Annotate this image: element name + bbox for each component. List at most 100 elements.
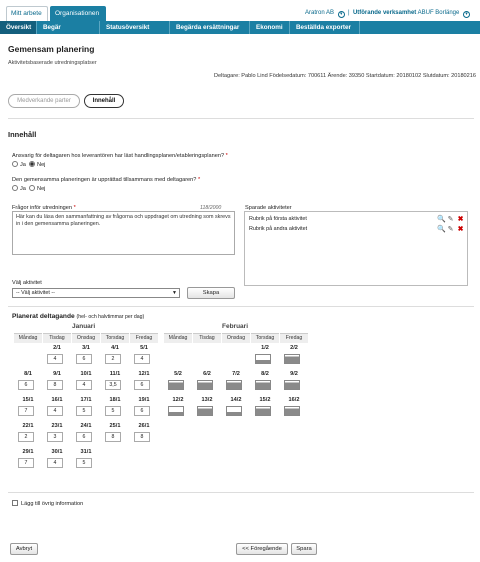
calendar-date: 12/2 xyxy=(172,397,184,403)
calendar-date: 23/1 xyxy=(51,423,63,429)
radio-q1-no[interactable] xyxy=(29,161,36,167)
hours-input[interactable]: 3 xyxy=(47,432,63,442)
calendar-day: 24/1 6 xyxy=(72,423,100,447)
calendar-date: 13/2 xyxy=(201,397,213,403)
hours-bar[interactable] xyxy=(168,406,184,416)
hours-input[interactable]: 6 xyxy=(18,380,34,390)
search-icon[interactable]: 🔍 xyxy=(437,226,446,233)
segment-partners[interactable]: Medverkande parter xyxy=(8,94,80,108)
calendar-day: 16/2 xyxy=(280,397,308,421)
hours-bar[interactable] xyxy=(226,380,242,390)
edit-icon[interactable]: ✎ xyxy=(447,226,454,233)
hours-input[interactable]: 6 xyxy=(76,354,92,364)
page-title: Gemensam planering xyxy=(8,44,95,54)
search-icon[interactable]: 🔍 xyxy=(437,216,446,223)
weekday-header: Onsdag xyxy=(222,333,250,343)
radio-q2-no-label: Nej xyxy=(37,186,46,192)
delete-icon[interactable]: ✖ xyxy=(457,216,464,223)
calendar-day: 11/1 3,5 xyxy=(101,371,129,395)
nav-request-compensation[interactable]: Begär ersättning xyxy=(37,21,100,44)
nav-ordered-exports[interactable]: Beställda exporter xyxy=(290,21,360,34)
calendar-date: 7/2 xyxy=(232,371,240,377)
hours-bar[interactable] xyxy=(226,406,242,416)
hours-input[interactable]: 5 xyxy=(76,458,92,468)
calendar-day: 29/1 7 xyxy=(14,449,42,473)
tab-organisation[interactable]: Organisationen xyxy=(50,6,106,21)
questions-textarea[interactable]: Här kan du läsa den sammanfattning av fr… xyxy=(12,211,235,255)
activity-select[interactable]: -- Välj aktivitet -- ▼ xyxy=(12,288,180,298)
calendar-date: 17/1 xyxy=(80,397,92,403)
hours-input[interactable]: 6 xyxy=(134,406,150,416)
calendar-day: 8/1 6 xyxy=(14,371,42,395)
nav-requested-compensations[interactable]: Begärda ersättningar xyxy=(170,21,250,34)
hours-input[interactable]: 8 xyxy=(134,432,150,442)
hours-bar[interactable] xyxy=(197,406,213,416)
organisation-selector[interactable]: Aratron AB ▾ | Utförande verksamhet ABUF… xyxy=(305,10,470,18)
section-heading: Innehåll xyxy=(8,130,37,139)
edit-icon[interactable]: ✎ xyxy=(447,216,454,223)
hours-input[interactable]: 7 xyxy=(18,406,34,416)
hours-input[interactable]: 2 xyxy=(105,354,121,364)
planned-participation-title: Planerat deltagande xyxy=(12,313,75,320)
calendar-date: 22/1 xyxy=(22,423,34,429)
hours-input[interactable]: 8 xyxy=(105,432,121,442)
hours-input[interactable]: 4 xyxy=(76,380,92,390)
radio-q2-yes[interactable] xyxy=(12,185,18,191)
save-button[interactable]: Spara xyxy=(291,543,317,555)
calendar-date: 24/1 xyxy=(80,423,92,429)
radio-q2-no[interactable] xyxy=(29,185,36,191)
question-2-text: Den gemensamma planeringen är upprättad … xyxy=(12,177,197,183)
add-info-checkbox[interactable] xyxy=(12,500,18,506)
chevron-down-icon[interactable]: ▾ xyxy=(337,11,345,18)
calendar-day: 2/1 4 xyxy=(43,345,71,369)
month-title: Februari xyxy=(222,323,249,330)
calendar-date: 9/2 xyxy=(290,371,298,377)
radio-q1-yes[interactable] xyxy=(12,161,18,167)
hours-input[interactable]: 6 xyxy=(134,380,150,390)
hours-bar[interactable] xyxy=(284,380,300,390)
hours-bar[interactable] xyxy=(197,380,213,390)
chevron-down-icon[interactable]: ▾ xyxy=(463,11,470,18)
hours-input[interactable]: 4 xyxy=(47,406,63,416)
calendar-date: 26/1 xyxy=(138,423,150,429)
hours-input[interactable]: 4 xyxy=(134,354,150,364)
calendar-date: 2/1 xyxy=(53,345,61,351)
hours-input[interactable]: 5 xyxy=(76,406,92,416)
hours-input[interactable]: 4 xyxy=(47,458,63,468)
segment-content[interactable]: Innehåll xyxy=(84,94,124,108)
hours-bar[interactable] xyxy=(255,406,271,416)
hours-bar[interactable] xyxy=(255,354,271,364)
calendar-day: 2/2 xyxy=(280,345,308,369)
hours-input[interactable]: 5 xyxy=(105,406,121,416)
hours-bar[interactable] xyxy=(284,406,300,416)
hours-bar[interactable] xyxy=(284,354,300,364)
nav-status-overview[interactable]: Statusöversikt xyxy=(100,21,170,34)
nav-overview[interactable]: Översikt xyxy=(0,21,37,34)
calendar-date: 31/1 xyxy=(80,449,92,455)
calendar-day: 15/1 7 xyxy=(14,397,42,421)
cancel-button[interactable]: Avbryt xyxy=(10,543,38,555)
create-button[interactable]: Skapa xyxy=(187,287,235,299)
hours-input[interactable]: 8 xyxy=(47,380,63,390)
radio-q1-yes-label: Ja xyxy=(20,162,26,168)
previous-button[interactable]: << Föregående xyxy=(236,543,288,555)
hours-input[interactable]: 2 xyxy=(18,432,34,442)
calendar-day: 4/1 2 xyxy=(101,345,129,369)
weekday-header: Fredag xyxy=(280,333,308,343)
hours-input[interactable]: 6 xyxy=(76,432,92,442)
radio-q1-no-label: Nej xyxy=(37,162,46,168)
tab-my-work[interactable]: Mitt arbete xyxy=(6,6,48,21)
hours-bar[interactable] xyxy=(255,380,271,390)
calendar-day: 16/1 4 xyxy=(43,397,71,421)
saved-activity-item: Rubrik på andra aktivitet 🔍 ✎ ✖ xyxy=(249,226,464,233)
hours-input[interactable]: 3,5 xyxy=(105,380,121,390)
select-activity-label: Välj aktivitet xyxy=(12,280,42,286)
calendar-day: 7/2 xyxy=(222,371,250,395)
hours-bar[interactable] xyxy=(168,380,184,390)
delete-icon[interactable]: ✖ xyxy=(457,226,464,233)
calendar-day: 5/2 xyxy=(164,371,192,395)
nav-economy[interactable]: Ekonomi xyxy=(250,21,290,34)
calendar-date: 19/1 xyxy=(138,397,150,403)
hours-input[interactable]: 7 xyxy=(18,458,34,468)
hours-input[interactable]: 4 xyxy=(47,354,63,364)
